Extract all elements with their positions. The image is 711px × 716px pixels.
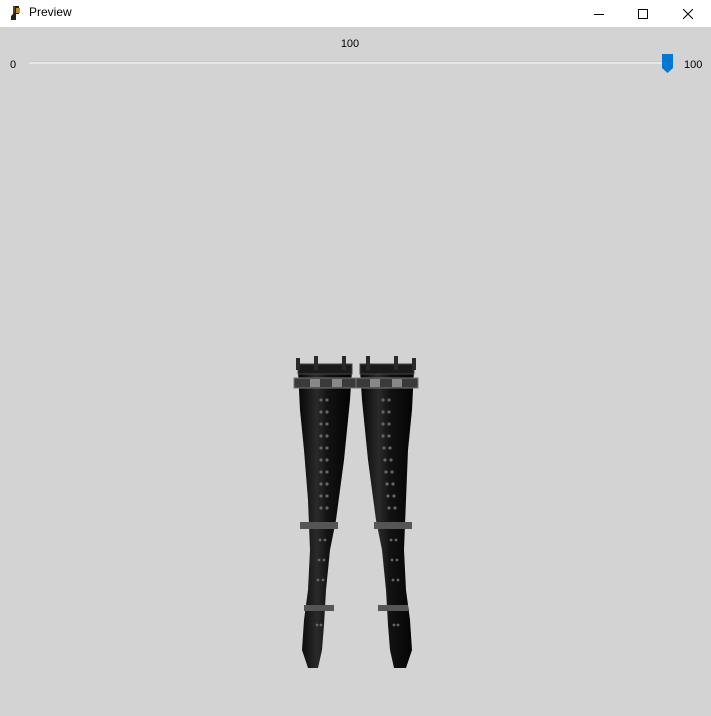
slider-value-label: 100 (340, 38, 360, 50)
minimize-icon (594, 13, 604, 15)
preview-window: Preview 100 0 100 (0, 0, 711, 716)
minimize-button[interactable] (576, 0, 622, 27)
preview-viewport[interactable] (0, 80, 711, 716)
app-icon (11, 6, 20, 20)
boots-model-image (293, 356, 419, 668)
maximize-button[interactable] (620, 0, 666, 27)
maximize-icon (638, 8, 648, 19)
close-button[interactable] (665, 0, 711, 27)
title-bar[interactable]: Preview (0, 0, 711, 27)
close-icon (683, 8, 693, 19)
window-title: Preview (29, 5, 72, 19)
slider-track[interactable] (29, 61, 673, 64)
slider-min-label: 0 (10, 59, 17, 71)
slider-thumb[interactable] (662, 54, 673, 73)
left-boot (293, 356, 357, 668)
right-boot (355, 356, 419, 668)
slider-max-label: 100 (684, 59, 703, 71)
